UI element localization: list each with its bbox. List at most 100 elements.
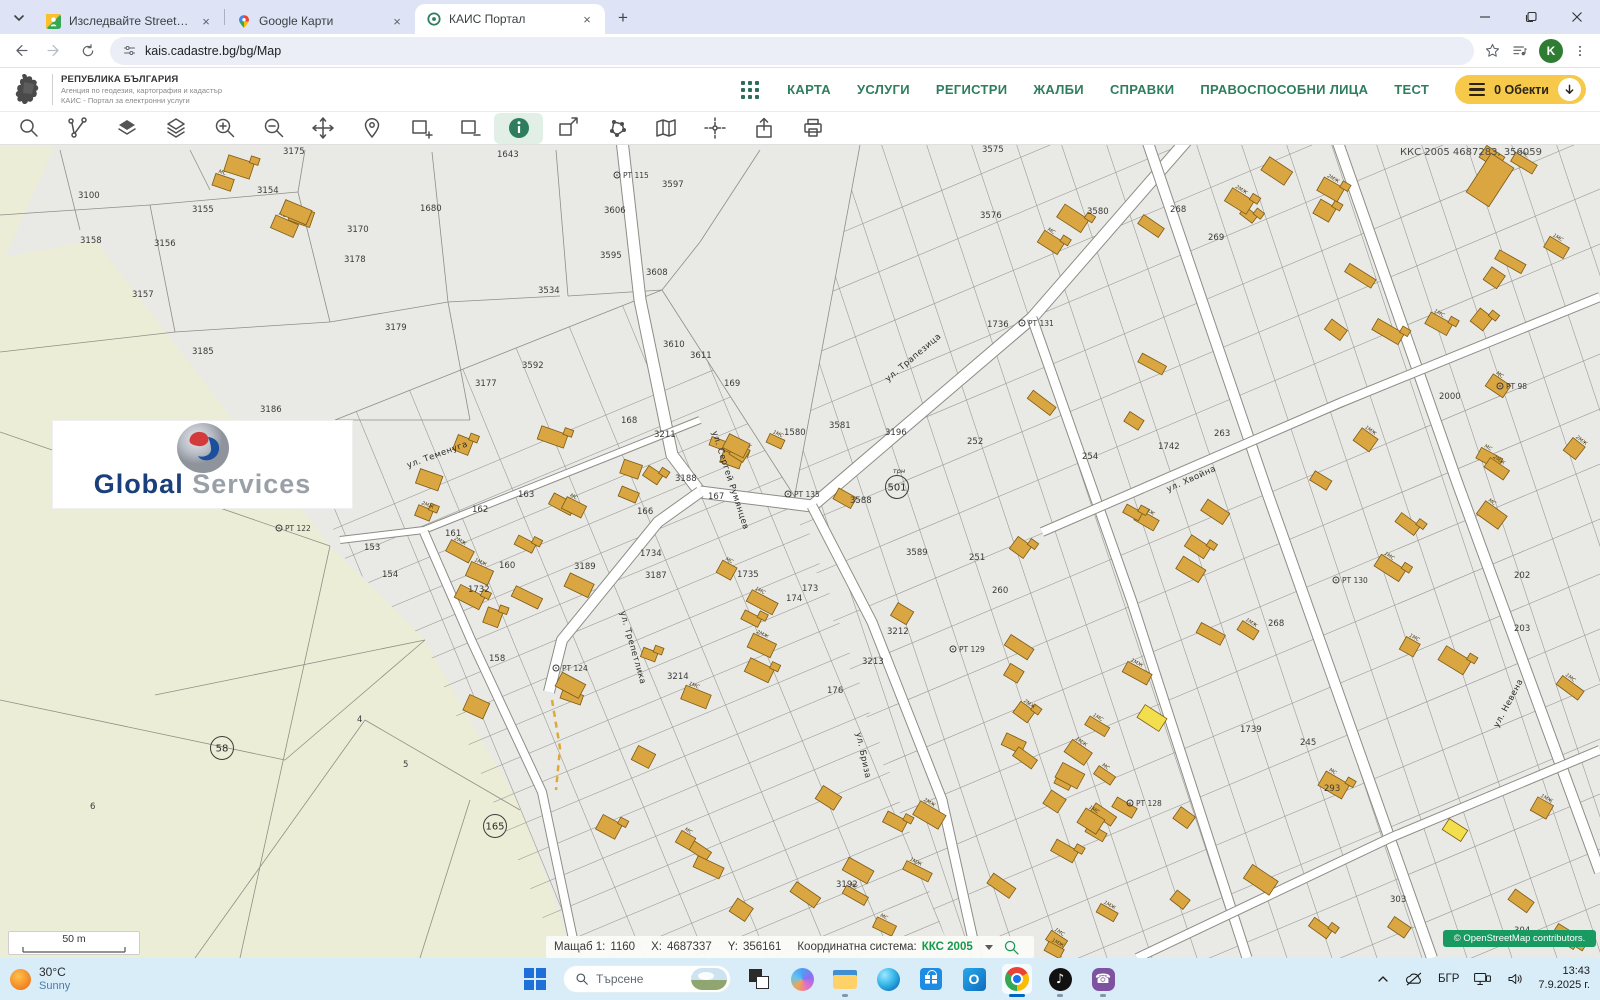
crs-value[interactable]: ККС 2005 [922,941,973,953]
layers-tool[interactable] [151,113,200,143]
parcel-label: 1735 [737,570,759,580]
apps-grid-icon[interactable] [741,81,759,99]
minimize-button[interactable] [1462,0,1508,34]
weather-temp: 30°C [39,966,70,980]
bookmark-star-icon[interactable] [1484,42,1501,59]
reload-button[interactable] [74,37,102,65]
rect-zoom-in-tool[interactable] [396,113,445,143]
back-button[interactable] [6,37,34,65]
nav-item-4[interactable]: СПРАВКИ [1110,82,1174,97]
start-button[interactable] [520,964,550,994]
org-title: РЕПУБЛИКА БЪЛГАРИЯ [61,74,222,85]
coordinate-search-icon[interactable] [1003,939,1020,956]
osm-attribution[interactable]: © OpenStreetMap contributors. [1443,930,1596,947]
tab-close-icon[interactable]: × [389,13,405,29]
close-button[interactable] [1554,0,1600,34]
nav-item-3[interactable]: ЖАЛБИ [1033,82,1084,97]
tab-search-button[interactable] [8,7,30,29]
forward-button[interactable] [40,37,68,65]
svg-text:РТ 115: РТ 115 [623,171,649,180]
maximize-button[interactable] [1508,0,1554,34]
parcel-label: 176 [827,686,843,696]
measure-area-icon [556,116,580,140]
parcel-label: 163 [518,490,534,500]
tray-chevron-icon[interactable] [1376,972,1390,986]
svg-text:РТ 98: РТ 98 [1506,382,1527,391]
map-canvas[interactable]: МСМС2МЖ2МЖ1МС1МЖМС1МС1МС2МЖМС2МЖМС1МЖМС1… [0,145,1600,958]
rect-zoom-out-tool[interactable] [445,113,494,143]
windows-taskbar: 30°C Sunny Търсене O ♪ ☎ БГР [0,958,1600,1000]
onedrive-paused-icon[interactable] [1404,971,1424,987]
google-maps-favicon [237,14,251,29]
browser-toolbar: kais.cadastre.bg/bg/Map K [0,34,1600,68]
nav-item-2[interactable]: РЕГИСТРИ [936,82,1007,97]
export-icon [752,116,776,140]
route-select-tool[interactable] [53,113,102,143]
taskbar-search[interactable]: Търсене [563,965,731,993]
global-services-logo-icon [160,421,246,475]
tiktok-button[interactable]: ♪ [1045,964,1075,994]
export-tool[interactable] [739,113,788,143]
zoom-in-tool[interactable] [200,113,249,143]
language-indicator[interactable]: БГР [1438,973,1459,985]
tab-streetview[interactable]: Изследвайте Street View и доб × [34,8,224,34]
viber-button[interactable]: ☎ [1088,964,1118,994]
crs-dropdown-caret[interactable] [985,945,993,950]
measure-area-tool[interactable] [543,113,592,143]
copilot-button[interactable] [787,964,817,994]
street-view-favicon [46,14,61,29]
site-settings-icon[interactable] [122,43,137,58]
location-pin-tool[interactable] [347,113,396,143]
tab-google-maps[interactable]: Google Карти × [225,8,415,34]
outlook-icon: O [963,968,986,991]
tab-close-icon[interactable]: × [198,13,214,29]
polygon-select-tool[interactable] [592,113,641,143]
nav-item-6[interactable]: ТЕСТ [1394,82,1429,97]
parcel-label: 3611 [690,351,712,361]
parcel-label: 3157 [132,290,154,300]
map-tool[interactable] [641,113,690,143]
parcel-label: 3581 [829,421,851,431]
volume-icon[interactable] [1506,971,1524,987]
layers-diamond-tool[interactable] [102,113,151,143]
parcel-label: 169 [724,379,740,389]
nav-item-0[interactable]: КАРТА [787,82,831,97]
menu-dots-icon[interactable] [1573,43,1587,59]
weather-widget[interactable]: 30°C Sunny [10,966,160,992]
zoom-out-tool[interactable] [249,113,298,143]
tab-close-icon[interactable]: × [579,11,595,27]
y-label: Y: [728,941,738,953]
objects-button[interactable]: 0 Обекти [1455,75,1586,104]
svg-text:РТ 128: РТ 128 [1136,799,1162,808]
zoom-in-icon [213,116,237,140]
chrome-button[interactable] [1002,964,1032,994]
tab-kais-portal[interactable]: КАИС Портал × [415,4,605,34]
search-highlight-thumbnail[interactable] [691,968,727,990]
store-button[interactable] [916,964,946,994]
weather-desc: Sunny [39,980,70,993]
info-tool[interactable] [494,113,543,144]
address-bar[interactable]: kais.cadastre.bg/bg/Map [110,37,1474,65]
taskbar-clock[interactable]: 13:43 7.9.2025 г. [1538,965,1590,993]
intersection-tool[interactable] [690,113,739,143]
print-tool[interactable] [788,113,837,143]
agency-logo[interactable]: РЕПУБЛИКА БЪЛГАРИЯ Агенция по геодезия, … [14,72,222,108]
new-tab-button[interactable]: + [611,6,635,30]
parcel-label: 3589 [906,548,928,558]
media-controls-icon[interactable] [1511,43,1529,59]
profile-avatar[interactable]: K [1539,39,1563,63]
edge-button[interactable] [873,964,903,994]
network-icon[interactable] [1473,971,1492,987]
download-arrow-icon[interactable] [1558,78,1581,101]
parcel-label: 162 [472,505,488,515]
nav-item-1[interactable]: УСЛУГИ [857,82,910,97]
pan-icon [311,116,335,140]
pan-tool[interactable] [298,113,347,143]
task-view-button[interactable] [744,964,774,994]
file-explorer-button[interactable] [830,964,860,994]
search-tool-tool[interactable] [4,113,53,143]
svg-text:58: 58 [216,744,229,755]
system-tray: БГР 13:43 7.9.2025 г. [1376,965,1600,993]
outlook-button[interactable]: O [959,964,989,994]
nav-item-5[interactable]: ПРАВОСПОСОБНИ ЛИЦА [1200,82,1368,97]
